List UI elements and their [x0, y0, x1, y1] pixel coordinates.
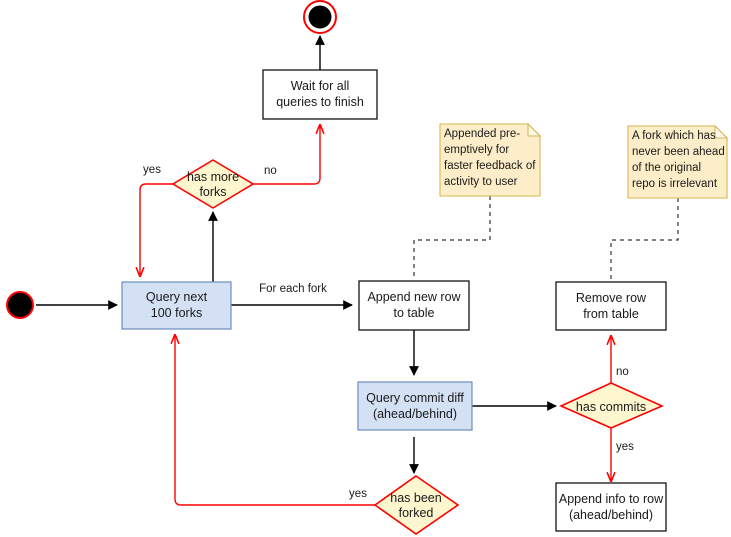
- decision-has-been-forked[interactable]: has been forked: [373, 475, 460, 535]
- note-connector-fork-never-ahead: [610, 198, 679, 281]
- note-append-preemptively-line1: Appended pre-: [444, 128, 520, 140]
- node-append-new-row-line1: Append new row: [367, 290, 461, 304]
- node-remove-row-line2: from table: [583, 307, 639, 321]
- decision-has-more-forks-line2: forks: [199, 185, 226, 199]
- node-query-commit-diff-line1: Query commit diff: [366, 391, 464, 405]
- edge-label-has-commits-no: no: [616, 366, 629, 378]
- note-fork-never-ahead-line1: A fork which has: [632, 130, 716, 142]
- note-append-preemptively[interactable]: Appended pre- emptively for faster feedb…: [439, 122, 542, 197]
- decision-has-more-forks-line1: has more: [187, 170, 239, 184]
- edge-label-more-forks-yes: yes: [143, 164, 161, 176]
- node-append-info-to-row-line2: (ahead/behind): [569, 508, 653, 522]
- note-append-preemptively-line2: emptively for: [444, 144, 509, 156]
- edge-label-has-been-forked-yes: yes: [349, 488, 367, 500]
- node-remove-row-line1: Remove row: [576, 291, 647, 305]
- edge-label-for-each-fork: For each fork: [259, 283, 327, 295]
- start-node[interactable]: [6, 291, 34, 319]
- node-wait-for-queries-line2: queries to finish: [276, 95, 364, 109]
- flowchart-svg: back down-left into Query next 100 forks…: [6, 0, 729, 535]
- note-fork-never-ahead-line2: never been ahead: [632, 146, 725, 158]
- note-append-preemptively-line4: activity to user: [444, 176, 518, 188]
- decision-has-commits[interactable]: has commits: [559, 382, 664, 429]
- node-query-next-100-forks-line2: 100 forks: [151, 306, 202, 320]
- note-fork-never-ahead[interactable]: A fork which has never been ahead of the…: [627, 124, 729, 199]
- edge-has-been-forked-yes: [175, 335, 375, 506]
- flowchart-canvas: back down-left into Query next 100 forks…: [0, 0, 731, 537]
- node-append-info-to-row-line1: Append info to row: [559, 492, 664, 506]
- node-query-commit-diff-line2: (ahead/behind): [373, 407, 457, 421]
- node-append-new-row[interactable]: Append new row to table: [358, 280, 470, 331]
- end-node[interactable]: [303, 0, 337, 34]
- edge-label-has-commits-yes: yes: [616, 441, 634, 453]
- decision-has-been-forked-line2: forked: [399, 506, 434, 520]
- edge-label-more-forks-no: no: [264, 165, 277, 177]
- node-append-info-to-row[interactable]: Append info to row (ahead/behind): [555, 482, 667, 532]
- node-remove-row[interactable]: Remove row from table: [555, 281, 667, 331]
- decision-has-more-forks[interactable]: has more forks: [171, 159, 255, 209]
- node-wait-for-queries-line1: Wait for all: [291, 79, 350, 93]
- note-fork-never-ahead-line4: repo is irrelevant: [632, 178, 718, 190]
- note-append-preemptively-line3: faster feedback of: [444, 160, 536, 172]
- edge-has-more-forks-yes: [140, 183, 173, 276]
- node-query-next-100-forks-line1: Query next: [146, 290, 208, 304]
- node-wait-for-queries[interactable]: Wait for all queries to finish: [262, 69, 378, 120]
- node-append-new-row-line2: to table: [393, 306, 434, 320]
- note-fork-never-ahead-line3: of the original: [632, 162, 701, 174]
- note-connector-append-preemptively: [413, 196, 491, 280]
- decision-has-commits-label: has commits: [576, 400, 646, 414]
- node-query-next-100-forks[interactable]: Query next 100 forks: [121, 281, 232, 330]
- node-query-commit-diff[interactable]: Query commit diff (ahead/behind): [357, 381, 473, 431]
- decision-has-been-forked-line1: has been: [390, 491, 441, 505]
